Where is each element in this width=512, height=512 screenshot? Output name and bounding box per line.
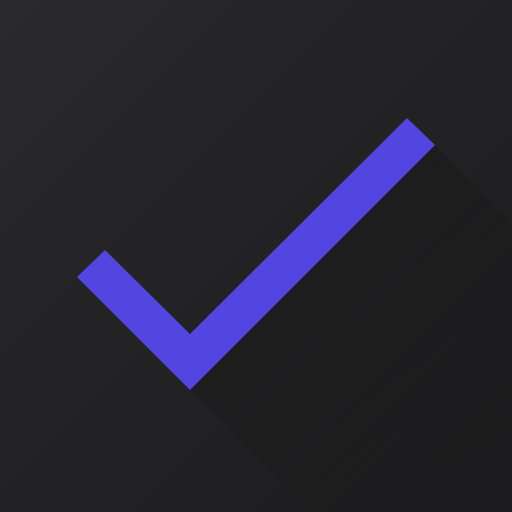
checkmark-icon [77, 118, 512, 512]
app-icon-tile [0, 0, 512, 512]
